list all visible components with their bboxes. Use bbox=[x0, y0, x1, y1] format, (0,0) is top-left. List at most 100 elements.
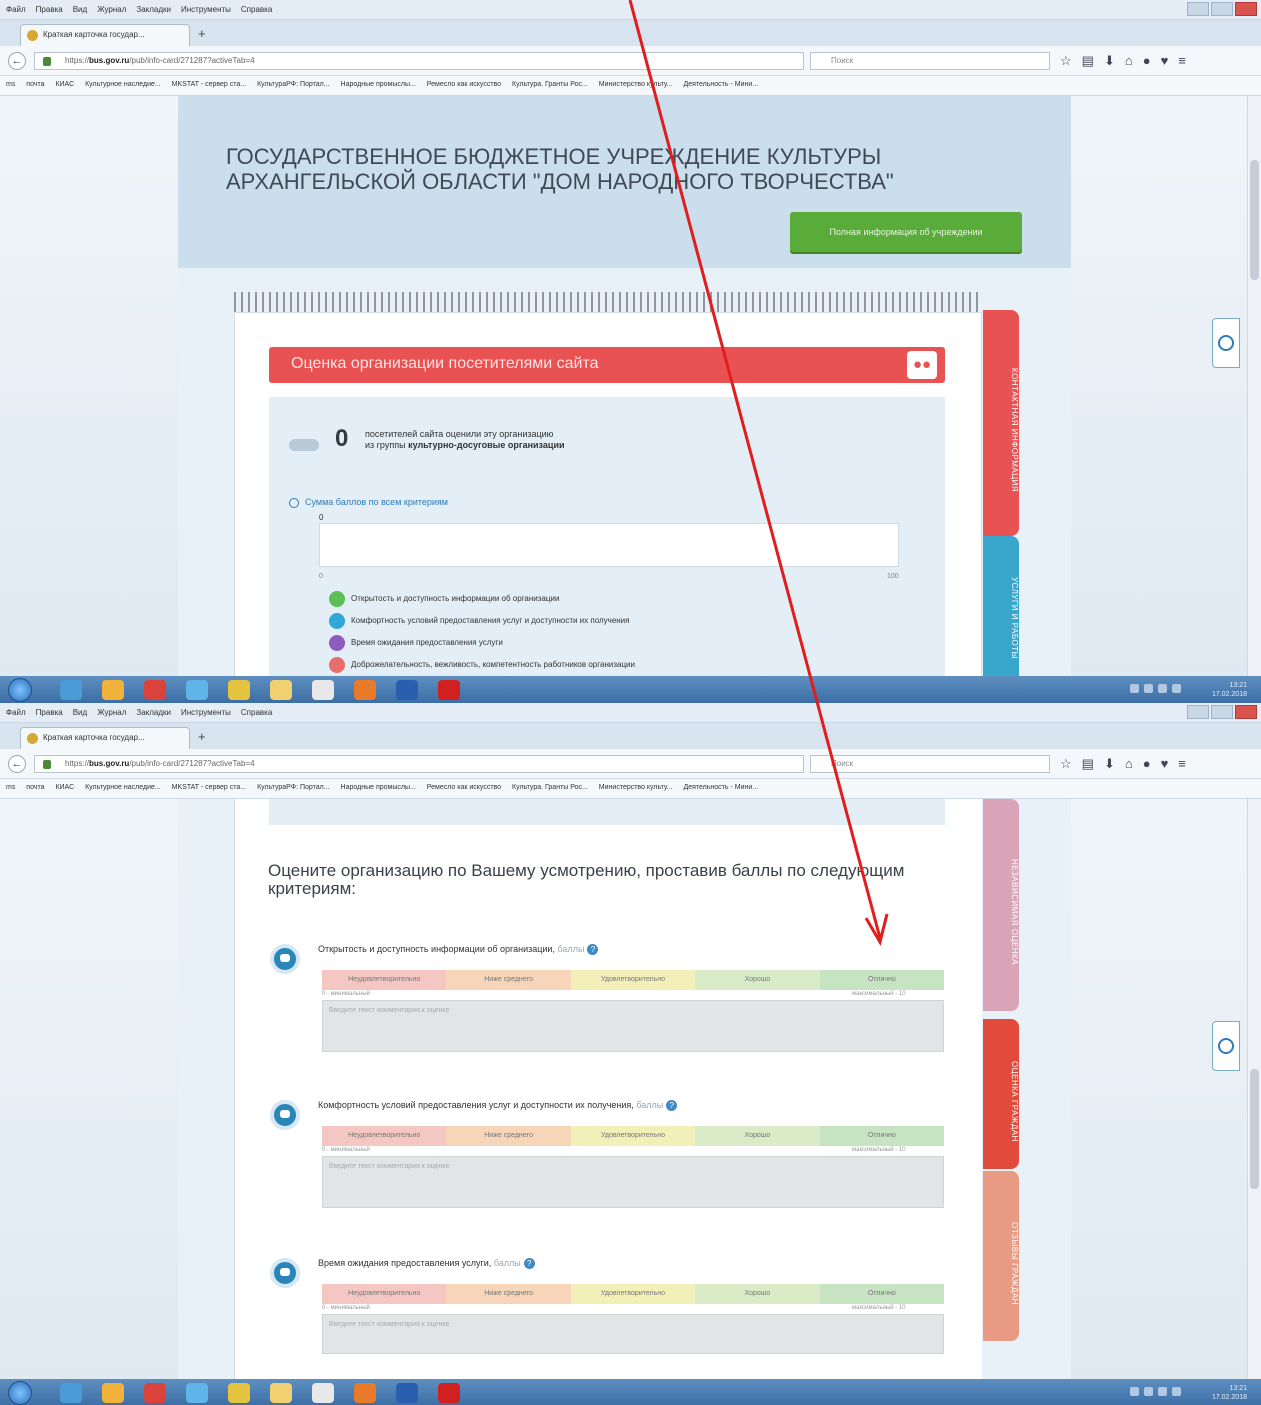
scale-option[interactable]: Удовлетворительно bbox=[570, 970, 696, 990]
app-icon[interactable] bbox=[60, 680, 82, 700]
folder-icon[interactable] bbox=[270, 1383, 292, 1403]
hamburger-menu-icon[interactable]: ≡ bbox=[1178, 53, 1186, 69]
bookmark-item[interactable]: КИАС bbox=[55, 81, 74, 88]
menu-file[interactable]: Файл bbox=[6, 704, 26, 722]
bookmark-item[interactable]: КультураРФ: Портал... bbox=[257, 81, 330, 88]
menu-help[interactable]: Справка bbox=[241, 704, 272, 722]
bookmark-item[interactable]: Народные промыслы... bbox=[341, 81, 416, 88]
download-icon[interactable]: ⬇ bbox=[1104, 756, 1115, 772]
tray-icon[interactable] bbox=[1130, 684, 1139, 693]
bookmark-item[interactable]: Народные промыслы... bbox=[341, 784, 416, 791]
scale-option[interactable]: Неудовлетворительно bbox=[322, 970, 447, 990]
comment-textarea[interactable]: Введите текст комментария к оценке bbox=[322, 1000, 944, 1052]
yandex-browser-icon[interactable] bbox=[312, 1383, 334, 1403]
side-tab-citizen-rating[interactable]: ОЦЕНКА ГРАЖДАН bbox=[983, 1019, 1019, 1169]
menu-history[interactable]: Журнал bbox=[97, 704, 126, 722]
yandex-icon[interactable] bbox=[144, 1383, 166, 1403]
back-arrow-icon[interactable]: ← bbox=[8, 52, 26, 70]
home-icon[interactable]: ⌂ bbox=[1125, 756, 1133, 772]
ie-icon[interactable] bbox=[186, 680, 208, 700]
scale-option[interactable]: Отлично bbox=[819, 1284, 945, 1304]
hamburger-menu-icon[interactable]: ≡ bbox=[1178, 756, 1186, 772]
bookmark-item[interactable]: Министерство культу... bbox=[599, 81, 673, 88]
side-tab-independent-evaluation[interactable]: НЕЗАВИСИМАЯ ОЦЕНКА bbox=[983, 799, 1019, 1011]
scale-option[interactable]: Хорошо bbox=[695, 1126, 820, 1146]
vertical-scrollbar[interactable] bbox=[1247, 799, 1261, 1379]
scale-option[interactable]: Неудовлетворительно bbox=[322, 1284, 447, 1304]
app-icon[interactable] bbox=[60, 1383, 82, 1403]
bookmark-item[interactable]: КультураРФ: Портал... bbox=[257, 784, 330, 791]
close-window-button[interactable] bbox=[1235, 705, 1257, 719]
download-icon[interactable]: ⬇ bbox=[1104, 53, 1115, 69]
tray-icon[interactable] bbox=[1158, 684, 1167, 693]
back-arrow-icon[interactable]: ← bbox=[8, 755, 26, 773]
bookmark-item[interactable]: почта bbox=[26, 784, 44, 791]
folder-icon[interactable] bbox=[270, 680, 292, 700]
scale-option[interactable]: Ниже среднего bbox=[446, 970, 571, 990]
menu-history[interactable]: Журнал bbox=[97, 1, 126, 19]
bookmark-item[interactable]: Культура. Гранты Рос... bbox=[512, 784, 588, 791]
feedback-widget[interactable] bbox=[1212, 1021, 1240, 1071]
ie-icon[interactable] bbox=[186, 1383, 208, 1403]
scale-option[interactable]: Удовлетворительно bbox=[570, 1126, 696, 1146]
menu-view[interactable]: Вид bbox=[73, 704, 87, 722]
tray-icon[interactable] bbox=[1144, 1387, 1153, 1396]
feedback-widget[interactable] bbox=[1212, 318, 1240, 368]
app-icon[interactable] bbox=[102, 680, 124, 700]
firefox-icon[interactable] bbox=[354, 1383, 376, 1403]
pdf-icon[interactable] bbox=[438, 680, 460, 700]
scrollbar-thumb[interactable] bbox=[1250, 1069, 1259, 1189]
menu-tools[interactable]: Инструменты bbox=[181, 1, 231, 19]
clock[interactable]: 13:21 17.02.2018 bbox=[1212, 681, 1247, 699]
maximize-button[interactable] bbox=[1211, 705, 1233, 719]
bookmark-item[interactable]: Деятельность - Мини... bbox=[683, 81, 758, 88]
comment-textarea[interactable]: Введите текст комментария к оценке bbox=[322, 1156, 944, 1208]
home-icon[interactable]: ⌂ bbox=[1125, 53, 1133, 69]
chat-icon[interactable]: ● bbox=[1143, 53, 1151, 69]
minimize-button[interactable] bbox=[1187, 2, 1209, 16]
bookmark-item[interactable]: MKSTAT - сервер ста... bbox=[172, 81, 246, 88]
tray-icon[interactable] bbox=[1172, 684, 1181, 693]
menu-help[interactable]: Справка bbox=[241, 1, 272, 19]
menu-edit[interactable]: Правка bbox=[36, 704, 63, 722]
browser-tab[interactable]: Краткая карточка государ... bbox=[20, 24, 190, 46]
scale-option[interactable]: Удовлетворительно bbox=[570, 1284, 696, 1304]
full-info-button[interactable]: Полная информация об учреждении bbox=[790, 212, 1022, 252]
bookmark-item[interactable]: Ремесло как искусство bbox=[427, 784, 501, 791]
tray-icon[interactable] bbox=[1158, 1387, 1167, 1396]
yandex-icon[interactable] bbox=[144, 680, 166, 700]
new-tab-button[interactable]: + bbox=[198, 26, 206, 41]
menu-file[interactable]: Файл bbox=[6, 1, 26, 19]
bookmark-item[interactable]: ms bbox=[6, 784, 15, 791]
browser-tab[interactable]: Краткая карточка государ... bbox=[20, 727, 190, 749]
bookmark-item[interactable]: КИАС bbox=[55, 784, 74, 791]
clock[interactable]: 13:21 17.02.2018 bbox=[1212, 1384, 1247, 1402]
bookmark-item[interactable]: Культура. Гранты Рос... bbox=[512, 81, 588, 88]
scale-option[interactable]: Ниже среднего bbox=[446, 1126, 571, 1146]
bookmark-item[interactable]: Культурное наследие... bbox=[85, 81, 161, 88]
address-bar[interactable]: https://bus.gov.ru/pub/info-card/271287?… bbox=[34, 52, 804, 70]
start-button-icon[interactable] bbox=[8, 678, 32, 702]
vertical-scrollbar[interactable] bbox=[1247, 96, 1261, 676]
comment-textarea[interactable]: Введите текст комментария к оценке bbox=[322, 1314, 944, 1354]
search-input[interactable]: Поиск bbox=[810, 755, 1050, 773]
pocket-icon[interactable]: ♥ bbox=[1161, 53, 1169, 69]
sum-scores-toggle[interactable]: Сумма баллов по всем критериям bbox=[289, 497, 448, 508]
maximize-button[interactable] bbox=[1211, 2, 1233, 16]
side-tab-contacts[interactable]: КОНТАКТНАЯ ИНФОРМАЦИЯ bbox=[983, 310, 1019, 536]
chrome-icon[interactable] bbox=[228, 680, 250, 700]
library-icon[interactable]: ▤ bbox=[1082, 756, 1094, 772]
bookmark-item[interactable]: Культурное наследие... bbox=[85, 784, 161, 791]
help-icon[interactable]: ? bbox=[666, 1100, 678, 1111]
side-tab-citizen-reviews[interactable]: ОТЗЫВЫ ГРАЖДАН bbox=[983, 1171, 1019, 1341]
bookmark-item[interactable]: Ремесло как искусство bbox=[427, 81, 501, 88]
address-bar[interactable]: https://bus.gov.ru/pub/info-card/271287?… bbox=[34, 755, 804, 773]
menu-edit[interactable]: Правка bbox=[36, 1, 63, 19]
scale-option[interactable]: Отлично bbox=[819, 1126, 945, 1146]
chat-icon[interactable]: ● bbox=[1143, 756, 1151, 772]
minimize-button[interactable] bbox=[1187, 705, 1209, 719]
bookmark-item[interactable]: Деятельность - Мини... bbox=[683, 784, 758, 791]
star-icon[interactable]: ☆ bbox=[1060, 756, 1072, 772]
star-icon[interactable]: ☆ bbox=[1060, 53, 1072, 69]
app-icon[interactable] bbox=[102, 1383, 124, 1403]
